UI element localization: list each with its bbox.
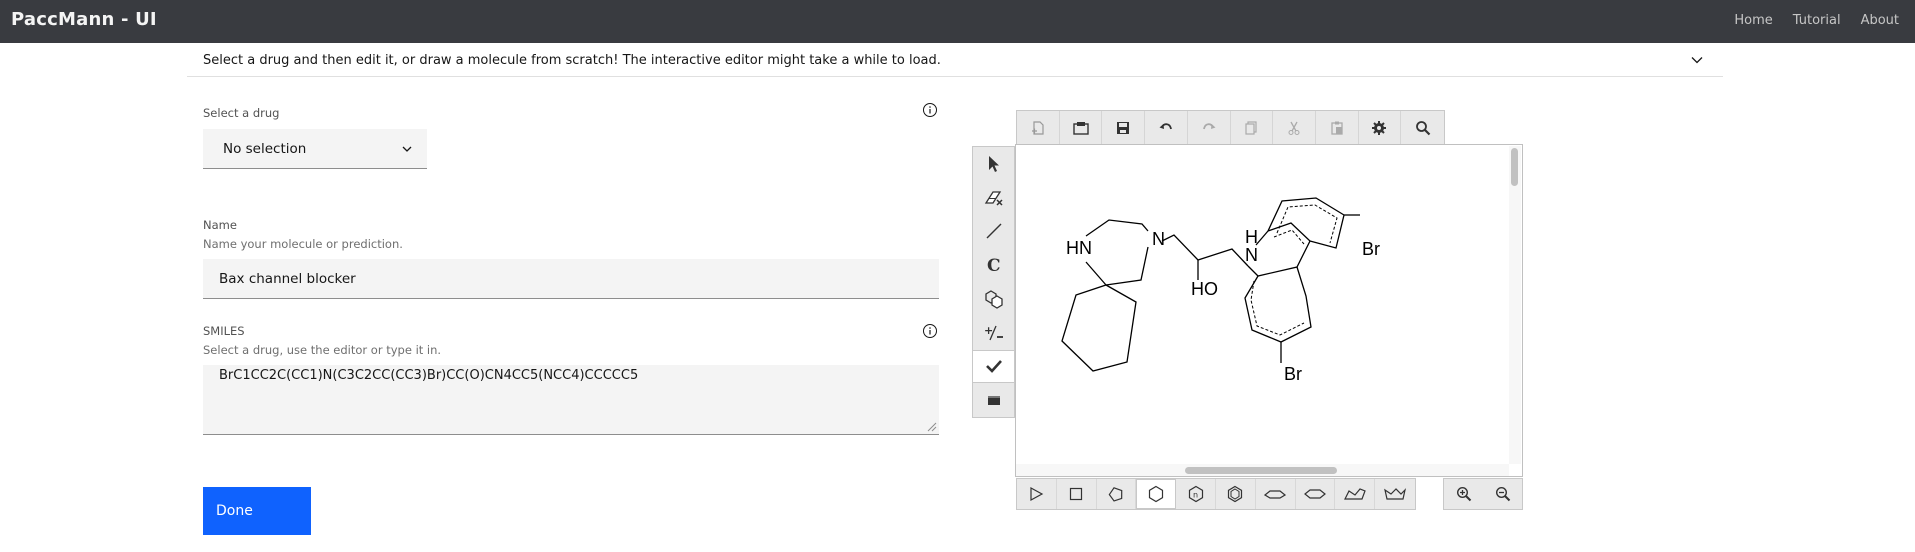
molecule-canvas[interactable]: HN N HO H N Br Br (1015, 144, 1523, 477)
cyclopentane-icon[interactable] (1097, 479, 1137, 509)
save-icon[interactable] (1102, 111, 1146, 144)
top-navigation-bar: PaccMann - UI Home Tutorial About (0, 0, 1915, 43)
atom-label-ho: HO (1191, 279, 1218, 299)
canvas-vertical-scrollbar[interactable] (1509, 146, 1521, 464)
atom-label-nh: N (1245, 245, 1258, 265)
new-icon[interactable] (1017, 111, 1060, 144)
instructions-text: Select a drug and then edit it, or draw … (203, 53, 941, 68)
instructions-accordion[interactable]: Select a drug and then edit it, or draw … (187, 44, 1723, 77)
nav-tutorial-link[interactable]: Tutorial (1793, 13, 1841, 28)
atom-label-hn: HN (1066, 238, 1092, 258)
copy-icon[interactable] (1231, 111, 1274, 144)
done-button[interactable]: Done (203, 487, 311, 535)
atom-label-br-bottom: Br (1284, 364, 1302, 384)
editor-left-toolbar: C + (972, 146, 1015, 418)
editor-top-toolbar (1016, 110, 1445, 145)
chair-up-icon[interactable] (1256, 479, 1296, 509)
canvas-horizontal-scrollbar[interactable] (1016, 464, 1509, 476)
template-icon[interactable] (973, 282, 1014, 316)
drug-select-dropdown[interactable]: No selection (203, 129, 427, 169)
select-icon[interactable] (973, 147, 1014, 181)
eraser-icon[interactable] (973, 181, 1014, 215)
svg-text:n: n (1193, 491, 1198, 500)
smiles-label: SMILES (203, 324, 245, 338)
name-label: Name (203, 218, 237, 232)
scroll-thumb[interactable] (1185, 467, 1337, 474)
atom-label-n: N (1152, 229, 1165, 249)
charge-icon[interactable]: + (973, 316, 1014, 350)
nav-home-link[interactable]: Home (1734, 13, 1772, 28)
app-title[interactable]: PaccMann - UI (11, 9, 157, 30)
bond-icon[interactable] (973, 215, 1014, 249)
smiles-helper-text: Select a drug, use the editor or type it… (203, 343, 442, 357)
name-input[interactable]: Bax channel blocker (203, 259, 939, 299)
cyclobutane-icon[interactable] (1057, 479, 1097, 509)
cycloheptane-icon[interactable]: n (1176, 479, 1216, 509)
name-helper-text: Name your molecule or prediction. (203, 237, 403, 251)
search-icon[interactable] (1401, 111, 1444, 144)
smiles-textarea[interactable]: BrC1CC2C(CC1)N(C3C2CC(CC3)Br)CC(O)CN4CC5… (203, 365, 939, 435)
name-input-value: Bax channel blocker (219, 271, 356, 287)
benzene-icon[interactable] (1216, 479, 1256, 509)
editor-zoom-toolbar (1443, 478, 1523, 510)
atom-label-br-right: Br (1362, 239, 1380, 259)
info-icon[interactable] (922, 323, 938, 339)
zoom-out-icon[interactable] (1483, 479, 1522, 509)
nav-links: Home Tutorial About (1734, 13, 1899, 28)
resize-handle-icon[interactable] (927, 422, 937, 432)
nav-about-link[interactable]: About (1861, 13, 1899, 28)
cyclohexane-icon[interactable] (1136, 479, 1177, 509)
redo-icon[interactable] (1188, 111, 1231, 144)
undo-icon[interactable] (1145, 111, 1188, 144)
ring-conformer-2-icon[interactable] (1375, 479, 1415, 509)
zoom-in-icon[interactable] (1444, 479, 1483, 509)
chevron-down-icon[interactable] (1689, 52, 1705, 68)
info-icon[interactable] (922, 102, 938, 118)
ring-conformer-1-icon[interactable] (1335, 479, 1376, 509)
open-icon[interactable] (1060, 111, 1103, 144)
check-icon[interactable] (973, 349, 1014, 384)
svg-text:C: C (987, 256, 1001, 274)
scroll-thumb[interactable] (1511, 148, 1518, 186)
chevron-down-icon (402, 146, 412, 152)
smiles-value: BrC1CC2C(CC1)N(C3C2CC(CC3)Br)CC(O)CN4CC5… (219, 368, 639, 383)
settings-icon[interactable] (1359, 111, 1402, 144)
paste-icon[interactable] (1316, 111, 1359, 144)
cyclopropane-icon[interactable] (1017, 479, 1057, 509)
select-drug-label: Select a drug (203, 106, 280, 120)
cut-icon[interactable] (1273, 111, 1316, 144)
atom-label-h: H (1245, 227, 1258, 247)
molecule-drawing: HN N HO H N Br Br (1061, 197, 1380, 384)
editor-ring-toolbar: n (1016, 478, 1416, 510)
atom-block-icon[interactable] (973, 383, 1014, 417)
drug-select-value: No selection (223, 141, 307, 157)
chair-down-icon[interactable] (1296, 479, 1336, 509)
chain-icon[interactable]: C (973, 248, 1014, 282)
